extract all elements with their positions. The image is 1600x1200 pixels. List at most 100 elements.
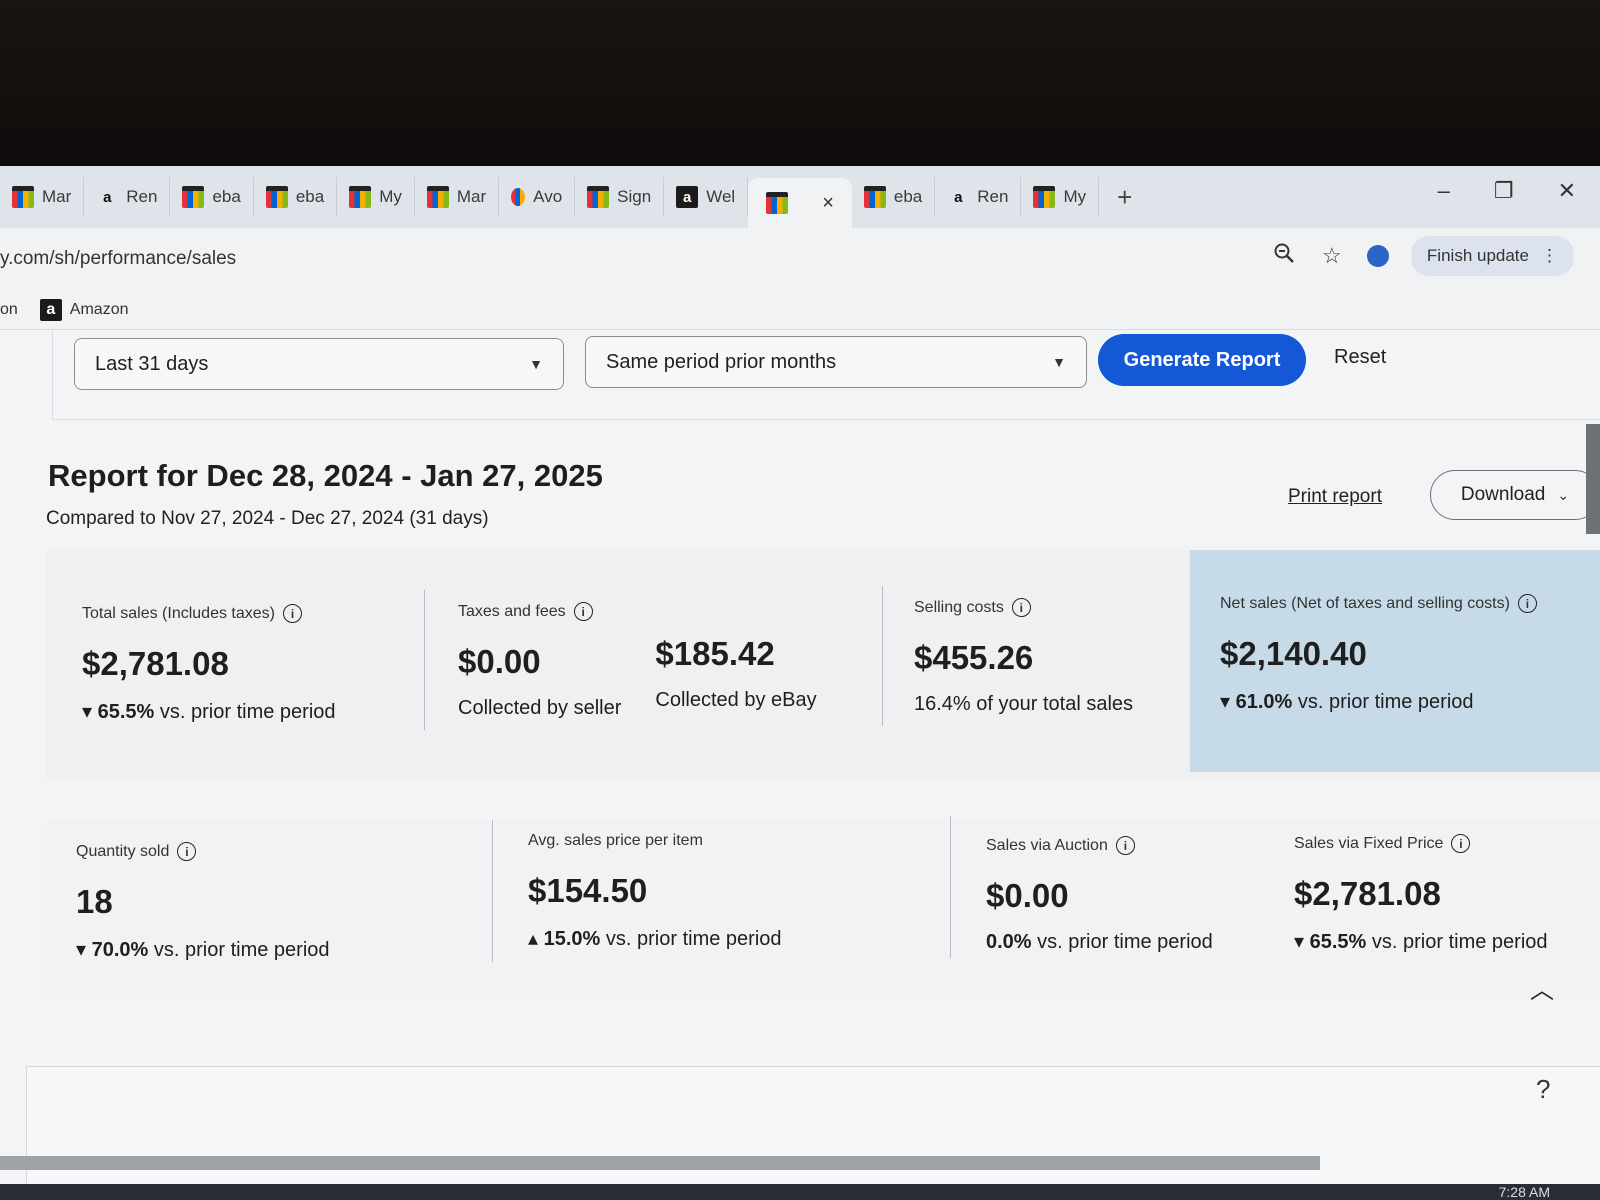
bookmark-label: on <box>0 300 18 318</box>
metric-label: Sales via Auction <box>986 836 1108 854</box>
bookmark-star-icon[interactable]: ☆ <box>1319 243 1345 269</box>
metric-label: Quantity sold <box>76 842 170 860</box>
bookmark-amazon[interactable]: a Amazon <box>39 298 129 321</box>
metric-change: 15.0% <box>543 928 601 950</box>
browser-tab[interactable]: Mar <box>0 177 85 217</box>
report-comparison-range: Compared to Nov 27, 2024 - Dec 27, 2024 … <box>46 508 489 529</box>
metric-fixed-price: Sales via Fixed Price i $2,781.08 ▾ 65.5%… <box>1294 834 1548 954</box>
metric-change: 0.0% <box>986 931 1032 953</box>
metrics-row-primary: Total sales (Includes taxes) i $2,781.08 … <box>46 550 1600 780</box>
zoom-icon[interactable] <box>1271 242 1297 270</box>
ebay-bag-icon <box>182 186 205 208</box>
ebay-bag-icon <box>12 186 34 208</box>
print-report-link[interactable]: Print report <box>1288 486 1382 508</box>
period-select-value: Last 31 days <box>95 352 209 375</box>
browser-tab[interactable]: Mar <box>415 177 500 217</box>
ebay-bag-icon <box>863 186 886 208</box>
comparison-select[interactable]: Same period prior months ▼ <box>585 336 1087 388</box>
more-menu-icon: ⋮ <box>1541 246 1558 265</box>
browser-tab[interactable]: a Wel <box>664 177 749 217</box>
next-section-panel <box>26 1066 1600 1200</box>
metric-change-suffix: vs. prior time period <box>1037 931 1213 953</box>
metric-value: $2,781.08 <box>1294 875 1441 912</box>
new-tab-button[interactable]: + <box>1117 182 1132 213</box>
metric-caption: Collected by seller <box>458 697 622 719</box>
metric-divider <box>492 820 493 962</box>
metric-taxes-fees: Taxes and fees i $0.00 Collected by selle… <box>458 602 817 720</box>
info-icon[interactable]: i <box>1517 594 1537 613</box>
tab-title: eba <box>295 187 325 206</box>
metric-label: Taxes and fees <box>458 602 566 620</box>
metric-total-sales: Total sales (Includes taxes) i $2,781.08 … <box>82 604 336 724</box>
metric-change-suffix: vs. prior time period <box>153 939 330 961</box>
period-select[interactable]: Last 31 days ▼ <box>74 338 564 390</box>
info-icon[interactable]: i <box>1115 836 1135 855</box>
amazon-a-icon: a <box>954 188 963 206</box>
tab-title: eba <box>212 187 241 206</box>
metric-net-sales: Net sales (Net of taxes and selling cost… <box>1220 594 1537 714</box>
reset-button[interactable]: Reset <box>1334 346 1386 369</box>
tab-title: Mar <box>42 187 72 206</box>
close-tab-icon[interactable]: × <box>822 192 834 215</box>
finish-update-button[interactable]: Finish update ⋮ <box>1410 236 1574 276</box>
metric-change: 61.0% <box>1235 691 1293 713</box>
chevron-down-icon: ⌄ <box>1557 486 1570 503</box>
metric-divider <box>424 590 425 730</box>
metric-auction: Sales via Auction i $0.00 0.0% vs. prior … <box>986 836 1213 954</box>
help-button[interactable]: ? <box>1536 1074 1550 1105</box>
download-button[interactable]: Download ⌄ <box>1430 470 1600 520</box>
browser-tab[interactable]: eba <box>170 177 254 217</box>
metric-divider <box>882 586 883 726</box>
minimize-icon[interactable]: – <box>1438 178 1450 204</box>
metric-change-suffix: vs. prior time period <box>1297 691 1474 713</box>
generate-report-button[interactable]: Generate Report <box>1098 334 1306 386</box>
url-field[interactable]: y.com/sh/performance/sales <box>0 248 236 270</box>
taskbar <box>0 1184 1600 1200</box>
collapse-chevron-icon[interactable]: ︿ <box>1530 970 1554 1005</box>
tab-title: eba <box>893 187 923 206</box>
avo-icon <box>511 188 526 206</box>
metric-label: Total sales (Includes taxes) <box>82 604 275 622</box>
restore-icon[interactable]: ❐ <box>1494 178 1514 204</box>
profile-icon[interactable] <box>1366 245 1389 267</box>
ebay-bag-icon <box>587 186 610 208</box>
chevron-down-icon: ▼ <box>1052 354 1066 370</box>
metric-label: Net sales (Net of taxes and selling cost… <box>1220 594 1510 612</box>
download-label: Download <box>1460 484 1546 505</box>
metric-caption: 16.4% of your total sales <box>914 693 1134 715</box>
metric-value: $455.26 <box>914 639 1034 676</box>
browser-tab[interactable]: a Ren <box>84 177 171 217</box>
info-icon[interactable]: i <box>282 604 302 623</box>
bookmark-label: Amazon <box>69 300 129 318</box>
browser-tab[interactable]: Sign <box>575 177 665 217</box>
metric-change-suffix: vs. prior time period <box>605 928 782 950</box>
ebay-bag-icon <box>766 192 789 214</box>
browser-tab-active[interactable]: × <box>748 178 852 228</box>
browser-tab[interactable]: My <box>1021 177 1100 217</box>
metric-divider <box>950 816 951 958</box>
ebay-bag-icon <box>426 186 449 208</box>
metric-label: Selling costs <box>914 598 1004 616</box>
metric-change: 65.5% <box>97 701 155 723</box>
horizontal-scrollbar[interactable] <box>0 1156 1320 1170</box>
browser-tab[interactable]: a Ren <box>935 177 1022 217</box>
browser-tab[interactable]: eba <box>852 177 936 217</box>
browser-tab[interactable]: Avo <box>499 177 576 217</box>
arrow-down-icon: ▾ <box>1220 691 1231 713</box>
info-icon[interactable]: i <box>1011 598 1031 617</box>
browser-tab[interactable]: eba <box>254 177 338 217</box>
metric-label: Avg. sales price per item <box>528 832 703 849</box>
finish-update-label: Finish update <box>1426 246 1529 265</box>
metric-change: 70.0% <box>91 939 149 961</box>
metric-selling-costs: Selling costs i $455.26 16.4% of your tot… <box>914 598 1133 716</box>
info-icon[interactable]: i <box>1451 834 1471 853</box>
info-icon[interactable]: i <box>573 602 593 621</box>
arrow-down-icon: ▾ <box>1294 931 1305 953</box>
tab-title: My <box>1063 187 1087 206</box>
tab-title: My <box>379 187 402 206</box>
close-window-icon[interactable]: ✕ <box>1558 178 1576 204</box>
browser-tab[interactable]: My <box>337 177 415 217</box>
info-icon[interactable]: i <box>177 842 197 861</box>
bookmark-item[interactable]: on <box>0 301 18 319</box>
metric-value: $0.00 <box>458 643 541 680</box>
